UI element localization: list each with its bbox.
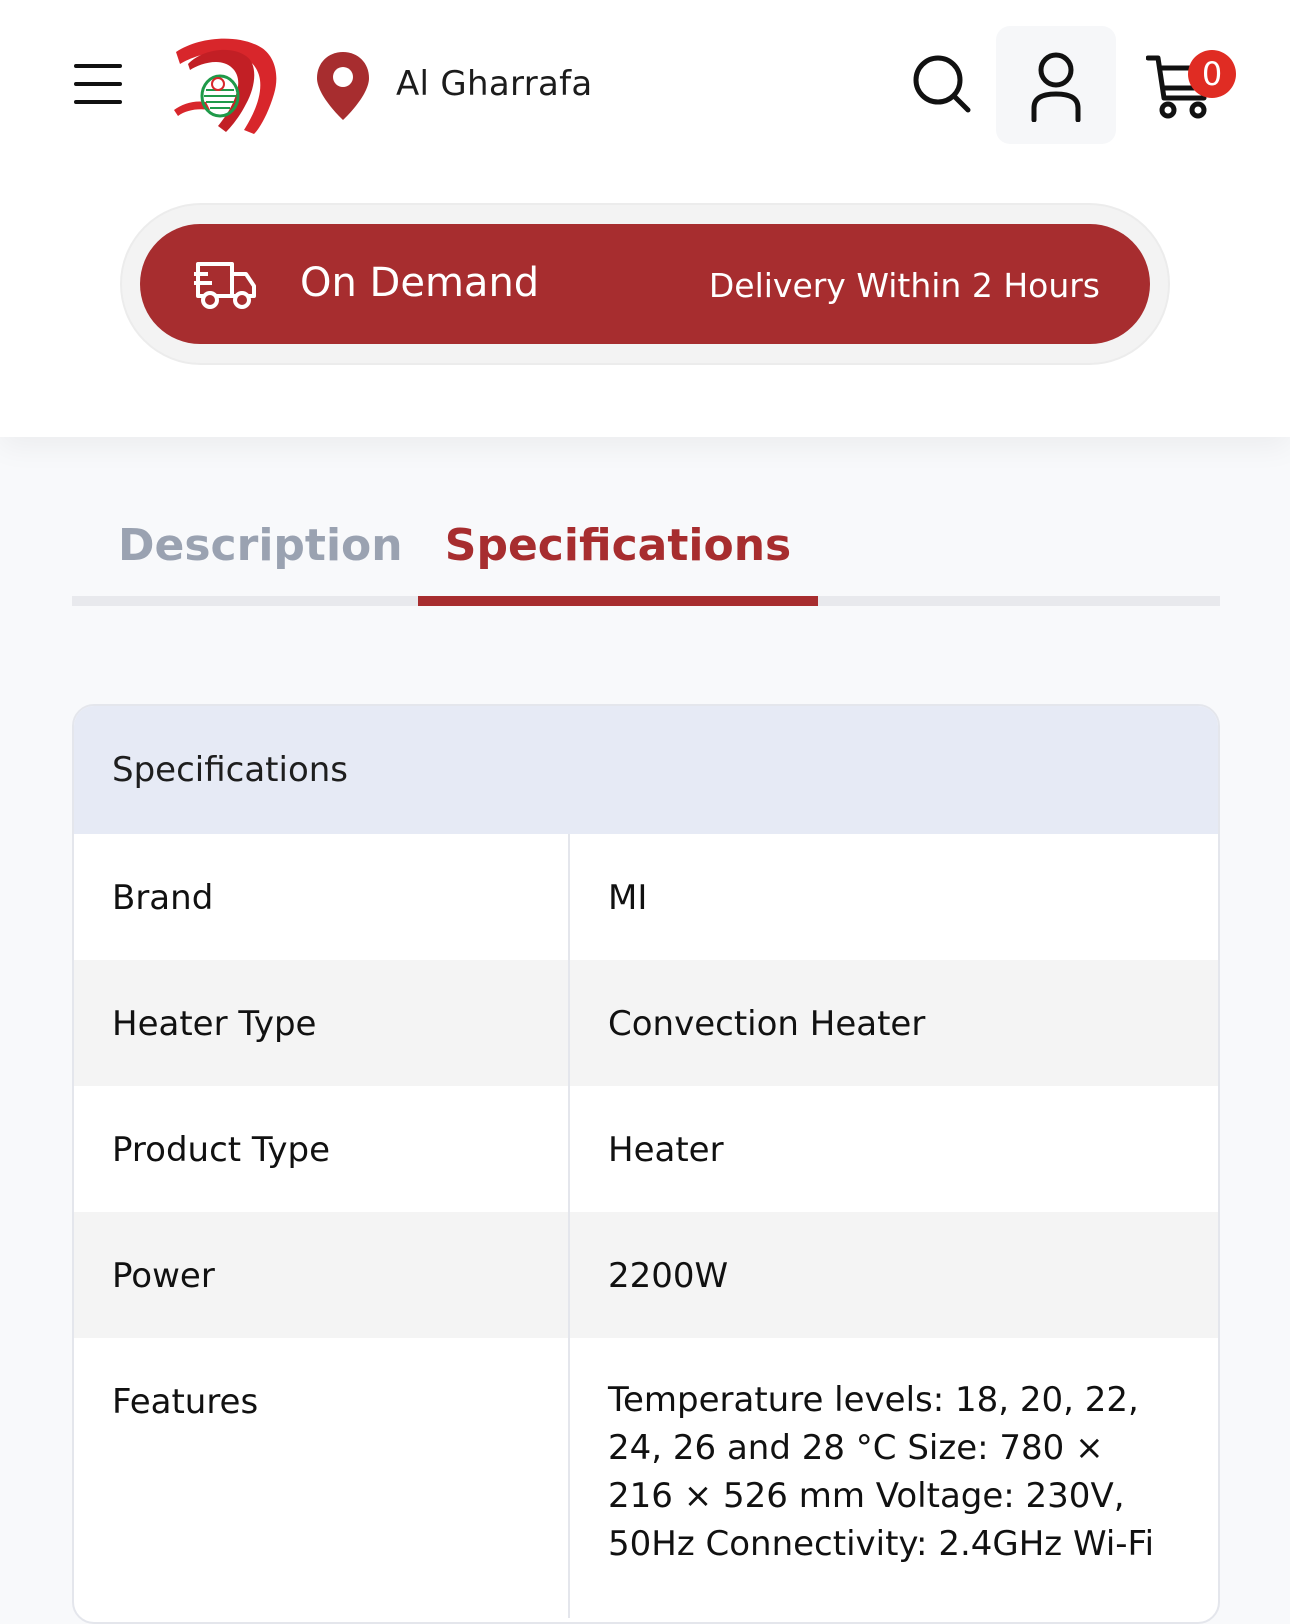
table-row: Product Type Heater — [74, 1086, 1218, 1212]
active-tab-indicator — [418, 596, 818, 606]
spec-value: 2200W — [608, 1256, 729, 1296]
spec-key: Power — [74, 1212, 570, 1338]
spec-key: Features — [74, 1338, 570, 1618]
spec-key: Product Type — [74, 1086, 570, 1212]
cart-count-badge: 0 — [1188, 50, 1236, 98]
on-demand-banner[interactable]: On Demand Delivery Within 2 Hours — [140, 224, 1150, 344]
product-tabs: Description Specifications — [72, 520, 1220, 610]
specifications-heading: Specifications — [74, 706, 1218, 834]
delivery-truck-icon — [194, 262, 256, 309]
on-demand-subtitle: Delivery Within 2 Hours — [708, 266, 1100, 305]
spec-key: Heater Type — [74, 960, 570, 1086]
search-icon[interactable] — [910, 52, 974, 116]
spec-key: Brand — [74, 834, 570, 960]
location-pin-icon[interactable] — [314, 50, 372, 122]
table-row: Heater Type Convection Heater — [74, 960, 1218, 1086]
tab-description[interactable]: Description — [118, 520, 403, 571]
table-row: Features Temperature levels: 18, 20, 22,… — [74, 1338, 1218, 1618]
spec-value: MI — [608, 878, 648, 918]
on-demand-title: On Demand — [300, 260, 540, 306]
spec-value: Temperature levels: 18, 20, 22, 24, 26 a… — [608, 1380, 1155, 1564]
menu-icon[interactable] — [72, 58, 124, 110]
top-header: Al Gharrafa 0 On Demand Delivery Within … — [0, 0, 1290, 437]
specifications-table: Specifications Brand MI Heater Type Conv… — [72, 704, 1220, 1624]
location-label[interactable]: Al Gharrafa — [396, 64, 593, 104]
spec-value: Convection Heater — [608, 1004, 926, 1044]
logo[interactable] — [170, 34, 288, 138]
table-row: Brand MI — [74, 834, 1218, 960]
spec-value: Heater — [608, 1130, 724, 1170]
table-row: Power 2200W — [74, 1212, 1218, 1338]
tab-specifications[interactable]: Specifications — [418, 520, 818, 571]
user-icon — [1031, 52, 1081, 122]
account-button[interactable] — [996, 26, 1116, 144]
